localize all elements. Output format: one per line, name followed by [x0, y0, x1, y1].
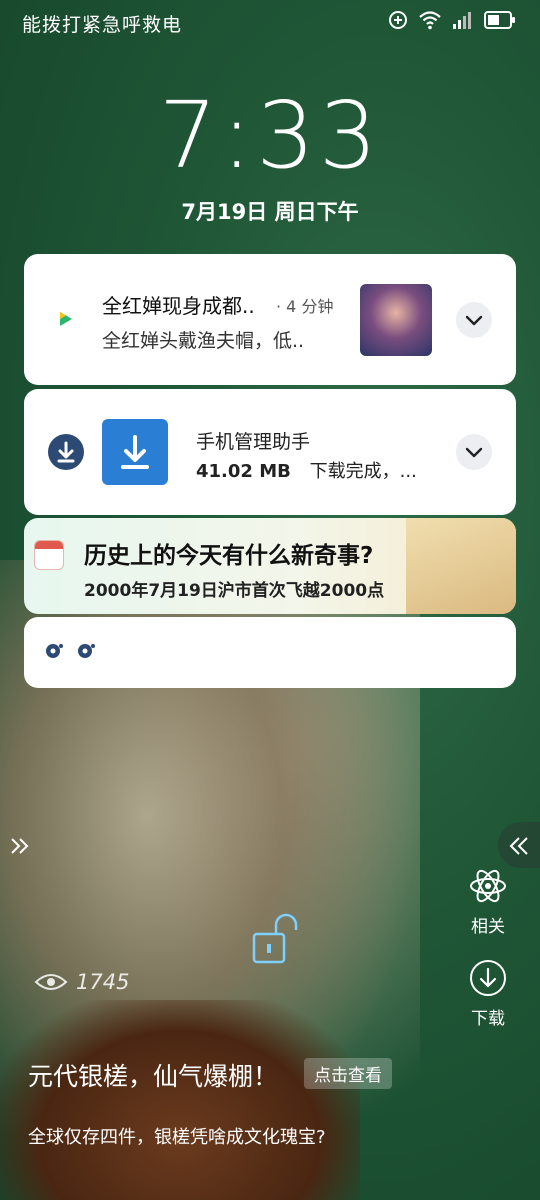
wallpaper-subtitle: 全球仅存四件，银槎凭啥成文化瑰宝?	[28, 1127, 326, 1148]
related-label: 相关	[471, 917, 505, 937]
view-count: 1745	[34, 970, 129, 994]
data-saver-icon	[389, 11, 407, 29]
status-bar: 能拨打紧急呼救电	[0, 0, 540, 44]
wallpaper-title: 元代银槎，仙气爆棚！	[28, 1062, 279, 1091]
notification-body: 41.02 MB 下载完成，...	[196, 457, 417, 483]
carrier-text: 能拨打紧急呼救电	[22, 14, 183, 36]
bubble-icons	[44, 641, 96, 661]
download-label: 下载	[471, 1009, 505, 1029]
download-status-icon	[48, 434, 84, 470]
related-button[interactable]: 相关	[460, 866, 516, 937]
battery-icon	[484, 11, 515, 29]
double-chevron-right-icon[interactable]	[8, 834, 32, 858]
notification-title: 手机管理助手	[196, 431, 311, 453]
expand-button[interactable]	[456, 434, 492, 470]
bubble-icon	[46, 644, 63, 658]
view-count-value: 1745	[76, 970, 130, 994]
notification-history[interactable]: 历史上的今天有什么新奇事? 2000年7月19日沪市首次飞越2000点	[24, 518, 516, 614]
signal-icon	[453, 12, 471, 29]
chevron-down-icon	[465, 447, 483, 458]
lock-clock: 7:33	[158, 82, 382, 189]
decorative-illustration	[406, 518, 516, 614]
chevron-down-icon	[465, 315, 483, 326]
notification-video[interactable]: 全红婵现身成都.. · 4 分钟 全红婵头戴渔夫帽，低..	[24, 254, 516, 385]
notification-download[interactable]: 手机管理助手 41.02 MB 下载完成，...	[24, 389, 516, 515]
calendar-icon	[34, 540, 64, 570]
expand-button[interactable]	[456, 302, 492, 338]
notification-body: 2000年7月19日沪市首次飞越2000点	[84, 581, 385, 601]
status-icons	[388, 10, 516, 30]
notification-title: 全红婵现身成都..	[102, 294, 255, 318]
download-status: 下载完成，...	[309, 461, 417, 482]
video-app-icon	[53, 307, 77, 331]
bubble-icon	[78, 644, 95, 658]
download-button[interactable]: 下载	[460, 958, 516, 1029]
lock-date: 7月19日 周日下午	[181, 200, 359, 224]
wallpaper-base	[0, 1000, 360, 1200]
view-details-button[interactable]: 点击查看	[304, 1058, 392, 1089]
notification-title: 历史上的今天有什么新奇事?	[84, 543, 374, 569]
notification-body: 全红婵头戴渔夫帽，低..	[102, 330, 305, 352]
download-icon	[102, 419, 168, 485]
eye-icon	[34, 974, 68, 990]
unlock-icon[interactable]	[250, 912, 302, 968]
atom-icon	[470, 869, 506, 903]
notification-bubbles[interactable]	[24, 617, 516, 688]
double-chevron-left-icon	[509, 837, 528, 855]
download-size: 41.02 MB	[196, 461, 291, 482]
notification-thumbnail	[360, 284, 432, 356]
wifi-icon	[419, 11, 441, 30]
download-circle-icon	[470, 960, 506, 996]
notification-time: · 4 分钟	[276, 297, 334, 316]
side-panel-tab[interactable]	[498, 822, 540, 868]
